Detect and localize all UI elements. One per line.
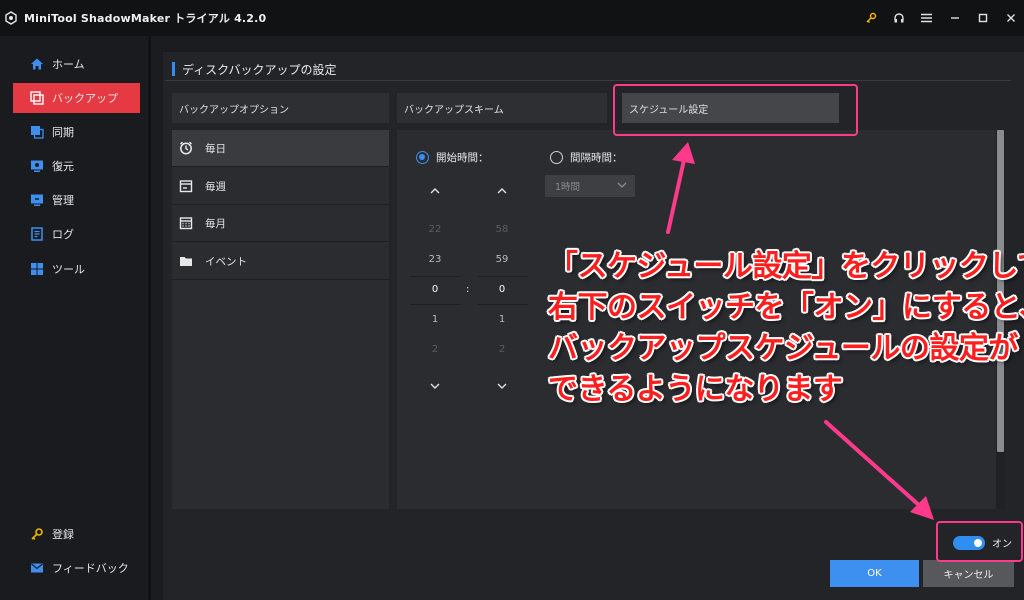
home-icon [31,58,43,70]
key-icon [31,528,43,540]
app-title: MiniTool ShadowMaker トライアル 4.2.0 [24,12,267,25]
app-window: MiniTool ShadowMaker トライアル 4.2.0 ホーム バック… [0,0,1024,600]
highlight-schedule-tab [613,84,858,136]
sidebar-item-label: ツール [52,263,85,276]
annotation-line: 「スケジュール設定」をクリックして [548,249,1024,284]
app-logo-icon [5,11,17,25]
hour-selection-line [410,304,460,305]
tab-backup-options[interactable]: バックアップオプション [172,93,389,123]
hamburger-menu-icon [921,13,932,23]
hour-value[interactable]: 2 [415,344,455,355]
sidebar-item-manage[interactable]: 管理 [13,185,140,215]
log-icon [31,227,43,241]
title-underline [165,80,1011,81]
support-button[interactable] [885,0,912,36]
minute-current-value[interactable]: 0 [482,284,522,295]
maximize-button[interactable] [969,0,996,36]
mail-icon [31,563,43,573]
title-bar: MiniTool ShadowMaker トライアル 4.2.0 [0,0,1024,36]
hour-value[interactable]: 23 [415,254,455,265]
interval-select[interactable]: 1時間 [545,175,635,197]
time-separator: : [466,284,470,295]
title-accent-bar [172,62,175,76]
sidebar-item-restore[interactable]: 復元 [13,151,140,181]
chevron-down-icon [617,182,627,188]
sidebar-item-home[interactable]: ホーム [13,49,140,79]
ok-button[interactable]: OK [830,560,919,587]
headset-icon [893,13,904,23]
sidebar-item-label: 登録 [52,528,74,541]
annotation-line: バックアップスケジュールの設定が [548,331,1018,366]
hour-current-value[interactable]: 0 [415,284,455,295]
minute-down-button[interactable] [482,383,522,390]
sidebar-item-label: ホーム [52,58,85,71]
sidebar-item-feedback[interactable]: フィードバック [13,553,140,583]
backup-icon [30,91,44,105]
sidebar-item-label: フィードバック [52,562,129,575]
hour-down-button[interactable] [415,383,455,390]
start-time-radio[interactable]: 開始時間： [416,150,489,165]
minimize-button[interactable] [941,0,968,36]
clock-icon [180,141,192,155]
sidebar-item-register[interactable]: 登録 [13,519,140,549]
minute-value[interactable]: 1 [482,314,522,325]
close-icon [1006,14,1015,22]
folder-icon [180,257,192,266]
key-button[interactable] [857,0,884,36]
radio-selected-indicator [416,151,429,164]
sync-icon [31,126,44,139]
close-button[interactable] [997,0,1024,36]
hour-value[interactable]: 22 [415,224,455,235]
minimize-icon [950,17,959,19]
radio-unselected-indicator [550,151,563,164]
tools-icon [31,263,43,275]
schedule-option-daily[interactable]: 毎日 [172,130,389,167]
highlight-switch [936,521,1023,562]
hour-selection-line [410,276,460,277]
tab-backup-scheme[interactable]: バックアップスキーム [397,93,607,123]
annotation-line: できるようになります [548,372,843,407]
sidebar-item-tools[interactable]: ツール [13,254,140,284]
minute-value[interactable]: 58 [482,224,522,235]
sidebar-item-sync[interactable]: 同期 [13,117,140,147]
schedule-option-label: イベント [205,255,247,268]
schedule-option-label: 毎週 [205,180,226,193]
schedule-option-event[interactable]: イベント [172,243,389,280]
maximize-icon [978,13,987,23]
page-title: ディスクバックアップの設定 [172,60,337,78]
sidebar-item-backup[interactable]: バックアップ [13,83,140,113]
chevron-down-icon [430,383,440,389]
minute-value[interactable]: 59 [482,254,522,265]
schedule-option-label: 毎日 [205,142,226,155]
hour-value[interactable]: 1 [415,314,455,325]
hour-up-button[interactable] [415,187,455,194]
chevron-up-icon [430,188,440,194]
sidebar-item-label: 同期 [52,126,74,139]
restore-icon [31,160,43,172]
sidebar-item-label: 復元 [52,160,74,173]
menu-button[interactable] [913,0,940,36]
calendar-month-icon [179,217,193,230]
key-icon [865,12,876,24]
minute-value[interactable]: 2 [482,344,522,355]
calendar-week-icon [179,180,193,193]
annotation-line: 右下のスイッチを「オン」にすると、 [548,290,1024,325]
manage-icon [31,194,43,206]
minute-selection-line [478,304,528,305]
window-controls [856,0,1024,36]
sidebar-item-label: バックアップ [52,92,118,105]
minute-selection-line [478,276,528,277]
chevron-down-icon [497,383,507,389]
schedule-option-weekly[interactable]: 毎週 [172,168,389,205]
sidebar-item-label: ログ [52,228,74,241]
interval-time-radio[interactable]: 間隔時間： [550,150,623,165]
chevron-up-icon [497,188,507,194]
cancel-button[interactable]: キャンセル [923,560,1014,587]
sidebar-item-label: 管理 [52,194,74,207]
sidebar-item-log[interactable]: ログ [13,219,140,249]
annotation-text: 「スケジュール設定」をクリックして 右下のスイッチを「オン」にすると、 バックア… [548,246,1024,410]
minute-up-button[interactable] [482,187,522,194]
schedule-option-label: 毎月 [205,217,226,230]
schedule-option-monthly[interactable]: 毎月 [172,205,389,242]
